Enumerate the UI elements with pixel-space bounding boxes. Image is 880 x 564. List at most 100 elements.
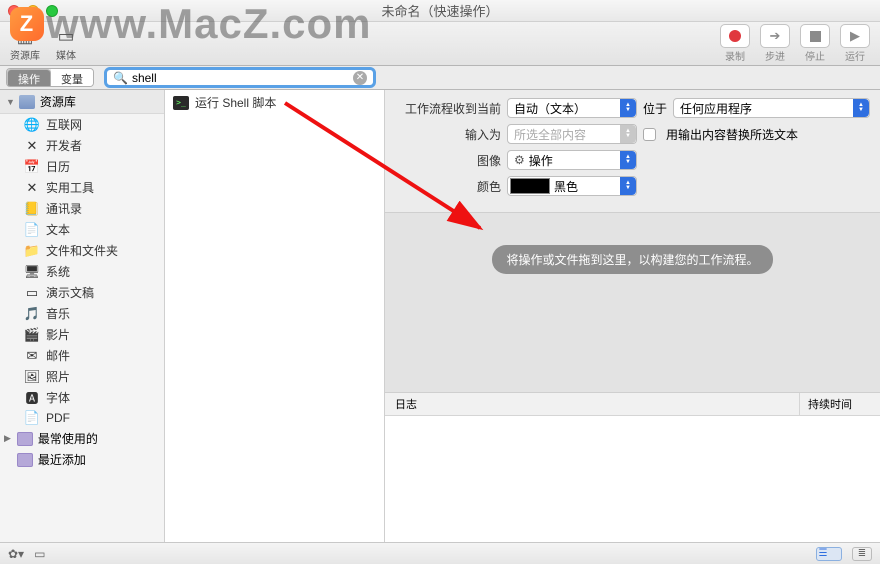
color-label: 颜色 xyxy=(395,178,501,195)
replace-checkbox[interactable] xyxy=(643,128,656,141)
library-folder-icon xyxy=(19,95,35,109)
canvas-hint: 将操作或文件拖到这里，以构建您的工作流程。 xyxy=(492,245,772,274)
sidebar-item[interactable]: 🎵音乐 xyxy=(0,303,164,324)
sidebar-item[interactable]: ✉ 邮件 xyxy=(0,345,164,366)
record-button[interactable]: 录制 xyxy=(720,24,750,63)
titlebar: 未命名（快速操作） xyxy=(0,0,880,22)
tab-actions[interactable]: 操作 xyxy=(7,69,51,87)
most-used-section[interactable]: ▶ 最常使用的 xyxy=(0,428,164,449)
workflow-panel: 工作流程收到当前 自动（文本）▲▼ 位于 任何应用程序▲▼ 输入为 所选全部内容… xyxy=(385,90,880,542)
color-swatch xyxy=(510,178,550,194)
sidebar-item[interactable]: 📄 文本 xyxy=(0,219,164,240)
in-label: 位于 xyxy=(643,100,667,117)
smart-folder-icon xyxy=(17,453,33,467)
sidebar-item-label: 字体 xyxy=(46,389,70,406)
category-icon: 📒 xyxy=(24,201,40,217)
category-icon: 🖥 xyxy=(24,264,40,280)
search-field[interactable]: 🔍 ✕ xyxy=(104,67,376,88)
sidebar-item-label: 互联网 xyxy=(46,116,82,133)
clear-search-button[interactable]: ✕ xyxy=(353,71,367,85)
in-app-select[interactable]: 任何应用程序▲▼ xyxy=(673,98,870,118)
sidebar-item-label: 实用工具 xyxy=(46,179,94,196)
library-tabs: 操作 变量 xyxy=(6,68,94,87)
category-icon: ✕ xyxy=(24,138,40,154)
step-button[interactable]: ➔步进 xyxy=(760,24,790,63)
library-sidebar: ▼ 资源库 🌐 互联网 ✕ 开发者 📅日历 ✕ 实用工具 📒 通讯录 📄 文本 📁 文件和文件夹 🖥 系统 ▭… xyxy=(0,90,165,542)
sidebar-item[interactable]: ✕ 开发者 xyxy=(0,135,164,156)
sidebar-item[interactable]: 🌐 互联网 xyxy=(0,114,164,135)
category-icon: 📄 xyxy=(24,222,40,238)
workflow-canvas[interactable]: 将操作或文件拖到这里，以构建您的工作流程。 xyxy=(385,213,880,392)
sidebar-item[interactable]: 📁 文件和文件夹 xyxy=(0,240,164,261)
view-mode-workflow[interactable]: ☰ xyxy=(816,547,842,561)
category-icon: ▭ xyxy=(24,285,40,301)
search-icon: 🔍 xyxy=(113,71,128,85)
library-toolbar-button[interactable]: ▥ 资源库 xyxy=(10,25,40,62)
search-input[interactable] xyxy=(132,71,353,85)
category-icon: 🌐 xyxy=(24,117,40,133)
receives-select[interactable]: 自动（文本）▲▼ xyxy=(507,98,637,118)
library-header[interactable]: ▼ 资源库 xyxy=(0,90,164,114)
sidebar-item-label: 开发者 xyxy=(46,137,82,154)
sidebar-item-label: 邮件 xyxy=(46,347,70,364)
category-icon: 📄 xyxy=(24,410,40,426)
log-body xyxy=(385,416,880,542)
sidebar-item-label: 系统 xyxy=(46,263,70,280)
smart-folder-icon xyxy=(17,432,33,446)
media-toolbar-button[interactable]: ▭ 媒体 xyxy=(54,25,78,62)
category-icon: 📅 xyxy=(24,159,40,175)
view-mode-list[interactable]: ≣ xyxy=(852,547,872,561)
category-icon: 🅰 xyxy=(24,390,40,406)
recent-section[interactable]: ▶ 最近添加 xyxy=(0,449,164,470)
sidebar-item-label: PDF xyxy=(46,411,70,425)
main: ▼ 资源库 🌐 互联网 ✕ 开发者 📅日历 ✕ 实用工具 📒 通讯录 📄 文本 📁 文件和文件夹 🖥 系统 ▭… xyxy=(0,90,880,542)
replace-label: 用输出内容替换所选文本 xyxy=(666,126,798,143)
category-icon: 📁 xyxy=(24,243,40,259)
sidebar-item[interactable]: 🅰 字体 xyxy=(0,387,164,408)
sidebar-item[interactable]: 🖥 系统 xyxy=(0,261,164,282)
workflow-options: 工作流程收到当前 自动（文本）▲▼ 位于 任何应用程序▲▼ 输入为 所选全部内容… xyxy=(385,90,880,213)
sidebar-item[interactable]: ▭ 演示文稿 xyxy=(0,282,164,303)
sidebar-item[interactable]: 📄 PDF xyxy=(0,408,164,428)
actions-results: >_ 运行 Shell 脚本 xyxy=(165,90,385,542)
category-icon: 🎵 xyxy=(24,306,40,322)
sidebar-item-label: 照片 xyxy=(46,368,70,385)
media-icon: ▭ xyxy=(54,25,78,47)
sidebar-item-label: 通讯录 xyxy=(46,200,82,217)
toolbar: ▥ 资源库 ▭ 媒体 录制 ➔步进 停止 ▶运行 xyxy=(0,22,880,66)
sidebar-item-label: 演示文稿 xyxy=(46,284,94,301)
tab-variables[interactable]: 变量 xyxy=(51,69,93,86)
category-icon: 🎬 xyxy=(24,327,40,343)
sidebar-item-label: 文件和文件夹 xyxy=(46,242,118,259)
category-icon: 🖼 xyxy=(24,369,40,385)
color-select[interactable]: 黑色▲▼ xyxy=(507,176,637,196)
sidebar-item[interactable]: 🎬 影片 xyxy=(0,324,164,345)
sidebar-item-label: 影片 xyxy=(46,326,70,343)
sidebar-item[interactable]: 📅日历 xyxy=(0,156,164,177)
quicklook-icon[interactable]: ▭ xyxy=(34,547,45,561)
disclosure-triangle-icon: ▶ xyxy=(4,433,11,444)
category-icon: ✉ xyxy=(24,348,40,364)
input-as-label: 输入为 xyxy=(395,126,501,143)
sidebar-item[interactable]: 🖼 照片 xyxy=(0,366,164,387)
tabs-row: 操作 变量 🔍 ✕ xyxy=(0,66,880,90)
disclosure-triangle-icon: ▼ xyxy=(6,97,15,107)
sidebar-item-label: 文本 xyxy=(46,221,70,238)
log-col-duration[interactable]: 持续时间 xyxy=(800,393,880,415)
image-label: 图像 xyxy=(395,152,501,169)
input-as-select[interactable]: 所选全部内容▲▼ xyxy=(507,124,637,144)
bottom-bar: ✿▾ ▭ ☰ ≣ xyxy=(0,542,880,564)
receives-label: 工作流程收到当前 xyxy=(395,100,501,117)
category-icon: ✕ xyxy=(24,180,40,196)
action-run-shell-script[interactable]: >_ 运行 Shell 脚本 xyxy=(165,90,384,115)
gear-menu-icon[interactable]: ✿▾ xyxy=(8,547,24,561)
image-select[interactable]: 操作▲▼ xyxy=(507,150,637,170)
sidebar-item[interactable]: ✕ 实用工具 xyxy=(0,177,164,198)
log-col-message[interactable]: 日志 xyxy=(385,393,800,415)
sidebar-item[interactable]: 📒 通讯录 xyxy=(0,198,164,219)
stop-button[interactable]: 停止 xyxy=(800,24,830,63)
run-button[interactable]: ▶运行 xyxy=(840,24,870,63)
window-title: 未命名（快速操作） xyxy=(0,1,880,20)
terminal-icon: >_ xyxy=(173,96,189,110)
log-header: 日志 持续时间 xyxy=(385,393,880,416)
